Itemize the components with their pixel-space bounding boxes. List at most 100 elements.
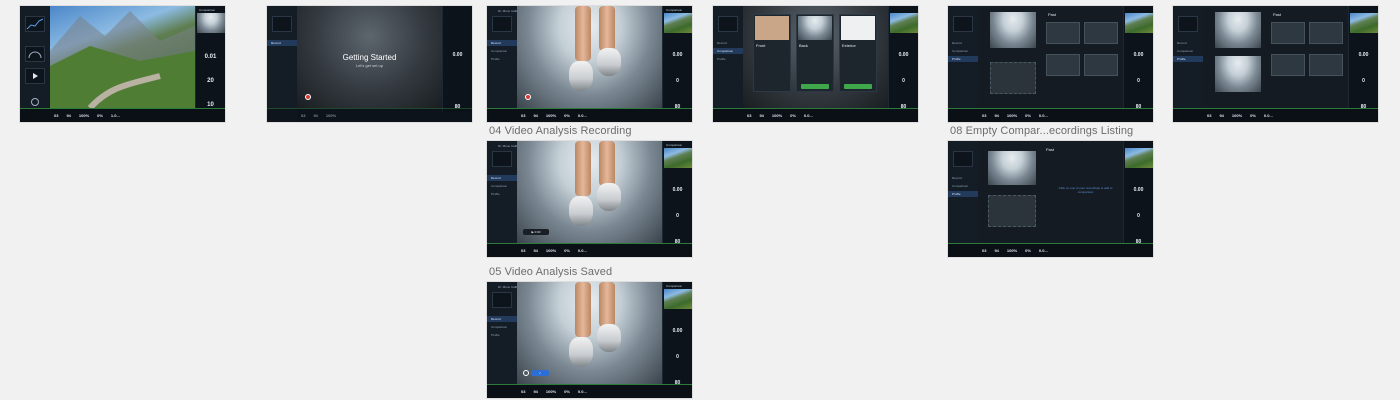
play-icon[interactable]: [492, 292, 512, 308]
artboard-getting-started[interactable]: Record Getting Started Let's get set up …: [267, 6, 472, 122]
comparison-label[interactable]: Comparison: [666, 284, 682, 288]
nav-profile[interactable]: Profile: [487, 56, 517, 62]
play-icon[interactable]: [953, 16, 973, 32]
compare-thumbnail[interactable]: [1125, 13, 1153, 33]
nav-profile[interactable]: Profile: [948, 56, 978, 62]
play-icon[interactable]: [492, 151, 512, 167]
record-icon[interactable]: [523, 370, 529, 376]
metric-value: 0.0...: [577, 113, 587, 118]
select-button[interactable]: [844, 84, 872, 89]
recording-tile[interactable]: [1271, 22, 1305, 44]
recording-tile[interactable]: [1271, 54, 1305, 76]
stat-time: 0: [1362, 78, 1365, 84]
recording-thumbnail[interactable]: [1215, 56, 1261, 92]
comparison-label[interactable]: Comparison: [666, 8, 682, 12]
nav-comparison[interactable]: Comparison: [487, 324, 517, 330]
saved-badge[interactable]: ✓: [531, 370, 549, 376]
metric-value: 03: [54, 113, 59, 118]
nav-profile[interactable]: Profile: [1173, 56, 1203, 62]
recording-thumbnail[interactable]: [1215, 12, 1261, 48]
compare-thumbnail[interactable]: [1125, 148, 1153, 168]
settings-icon[interactable]: [31, 98, 39, 106]
comparison-label[interactable]: Comparison: [199, 8, 215, 12]
chart-icon[interactable]: [25, 16, 45, 32]
sidebar: Dr. Mono Calibrate Record Comparison Pro…: [487, 141, 523, 257]
nav-record[interactable]: Record: [267, 40, 297, 46]
camera-card-front[interactable]: Front: [753, 14, 791, 92]
stat-distance: 0.00: [898, 52, 909, 58]
recording-tile[interactable]: [1046, 54, 1080, 76]
empty-slot[interactable]: [988, 195, 1036, 227]
recording-tile[interactable]: [1309, 22, 1343, 44]
compare-thumbnail[interactable]: [664, 13, 692, 33]
metric-value: 100%: [1006, 113, 1018, 118]
nav-record[interactable]: Record: [1173, 40, 1203, 46]
artboard-title: 04 Video Analysis Recording: [489, 125, 632, 137]
metric-value: 100%: [325, 113, 337, 118]
nav-profile[interactable]: Profile: [487, 332, 517, 338]
nav-profile[interactable]: Profile: [713, 56, 743, 62]
recording-tile[interactable]: [1084, 22, 1118, 44]
record-icon[interactable]: [305, 94, 311, 100]
camera-card-back[interactable]: Back: [796, 14, 834, 92]
artboard-comparison-selected[interactable]: Record Comparison Profile Back Past 0.00…: [1173, 6, 1378, 122]
empty-slot[interactable]: [990, 62, 1036, 94]
comparison-area: Past: [978, 6, 1123, 108]
play-icon[interactable]: [492, 16, 512, 32]
bottom-metrics-bar: 03 94 100% 0% 1.0...: [20, 108, 225, 122]
stat-time: 0: [676, 213, 679, 219]
nav-record[interactable]: Record: [487, 316, 517, 322]
compare-thumbnail[interactable]: [664, 148, 692, 168]
nav-comparison[interactable]: Comparison: [487, 48, 517, 54]
select-button[interactable]: [801, 84, 829, 89]
metric-value: 03: [521, 248, 526, 253]
nav-comparison[interactable]: Comparison: [713, 48, 743, 54]
stats-panel: 0.00 80: [442, 6, 472, 112]
nav-comparison[interactable]: Comparison: [487, 183, 517, 189]
nav-comparison[interactable]: Comparison: [948, 48, 978, 54]
nav-record[interactable]: Record: [713, 40, 743, 46]
recording-tile[interactable]: [1309, 54, 1343, 76]
nav-comparison[interactable]: Comparison: [948, 183, 978, 189]
recording-tile[interactable]: [1046, 22, 1080, 44]
recording-thumbnail[interactable]: [990, 12, 1036, 48]
stat-distance: 0.00: [1133, 52, 1144, 58]
compare-thumbnail[interactable]: [890, 13, 918, 33]
record-icon[interactable]: [525, 94, 531, 100]
artboard-video-saved[interactable]: Dr. Mono Calibrate Record Comparison Pro…: [487, 282, 692, 398]
nav-record[interactable]: Record: [948, 175, 978, 181]
recording-tile[interactable]: [1084, 54, 1118, 76]
stat-distance: 0.00: [672, 328, 683, 334]
recording-timer[interactable]: ▶ 0:00: [523, 229, 549, 235]
compare-title: Past: [1048, 12, 1057, 17]
artboard-outdoor[interactable]: Comparison 0.01 20 10 03 94 100% 0% 1.0.…: [20, 6, 225, 122]
play-icon[interactable]: [718, 16, 738, 32]
recording-thumbnail[interactable]: [988, 151, 1036, 185]
nav-record[interactable]: Record: [487, 40, 517, 46]
metric-value: 0%: [564, 113, 570, 118]
nav-profile[interactable]: Profile: [948, 191, 978, 197]
nav-record[interactable]: Record: [948, 40, 978, 46]
metric-value: 03: [747, 113, 752, 118]
artboard-comparison-grid[interactable]: Record Comparison Profile Back Past 0.00…: [948, 6, 1153, 122]
play-icon[interactable]: [272, 16, 292, 32]
compare-thumbnail[interactable]: [664, 289, 692, 309]
play-icon[interactable]: [25, 68, 45, 84]
artboard-recording-start[interactable]: Dr. Mono Calibrate Record Comparison Pro…: [487, 6, 692, 122]
metric-value: 94: [994, 248, 999, 253]
artboard-empty-comparison[interactable]: Record Comparison Profile Back Past Clic…: [948, 141, 1153, 257]
play-icon[interactable]: [1178, 16, 1198, 32]
nav-comparison[interactable]: Comparison: [1173, 48, 1203, 54]
nav-record[interactable]: Record: [487, 175, 517, 181]
comparison-label[interactable]: Comparison: [666, 143, 682, 147]
camera-card-exterior[interactable]: Exterior: [839, 14, 877, 92]
artboard-camera-choice[interactable]: Record Comparison Profile Front Back Ext…: [713, 6, 918, 122]
compare-thumbnail[interactable]: [197, 13, 225, 33]
artboard-video-recording[interactable]: Dr. Mono Calibrate Record Comparison Pro…: [487, 141, 692, 257]
metric-value: 03: [982, 113, 987, 118]
play-icon[interactable]: [953, 151, 973, 167]
metric-value: 94: [533, 248, 538, 253]
compare-thumbnail[interactable]: [1350, 13, 1378, 33]
gauge-icon[interactable]: [25, 46, 45, 62]
nav-profile[interactable]: Profile: [487, 191, 517, 197]
